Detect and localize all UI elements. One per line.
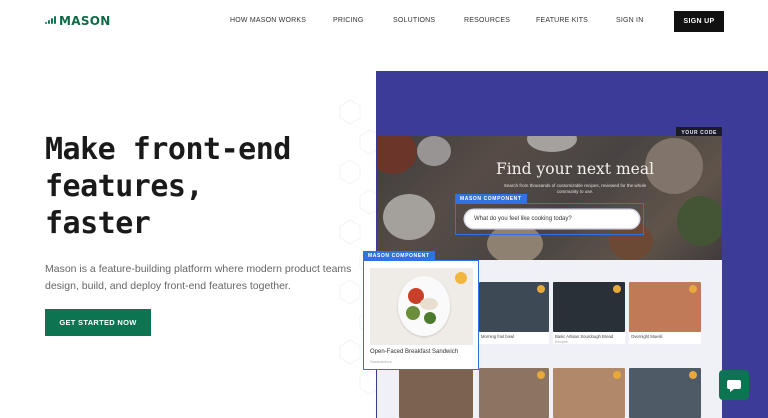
nav-resources[interactable]: RESOURCES xyxy=(464,17,536,24)
badge-icon xyxy=(689,371,697,379)
recipe-card-title: Morning fruit bowl xyxy=(481,334,515,339)
food-hero-image: Find your next meal Search from thousand… xyxy=(377,136,722,260)
recipe-hero-title: Find your next meal xyxy=(495,160,655,178)
featured-recipe-category: Sandwiches xyxy=(370,359,392,364)
chat-button[interactable] xyxy=(719,370,749,400)
recipe-card-category xyxy=(629,339,701,340)
badge-icon xyxy=(689,285,697,293)
recipe-search-input[interactable]: What do you feel like cooking today? xyxy=(465,210,639,228)
recipe-card-title: Overnight Muesli xyxy=(631,334,663,339)
recipe-card[interactable]: Morning fruit bowl xyxy=(479,282,549,344)
sign-up-button[interactable]: SIGN UP xyxy=(674,11,724,32)
recipe-card[interactable] xyxy=(629,368,701,418)
recipe-card[interactable]: Basic Artisan Sourdough Bread Recipes xyxy=(553,282,625,344)
mason-logo[interactable]: MASON xyxy=(45,14,111,28)
top-navigation: MASON HOW MASON WORKS PRICING SOLUTIONS … xyxy=(0,0,768,44)
recipe-card-category xyxy=(479,339,549,340)
featured-recipe-title: Open-Faced Breakfast Sandwich xyxy=(370,349,459,355)
badge-icon xyxy=(537,371,545,379)
recipe-card-category: Recipes xyxy=(555,340,568,344)
nav-pricing[interactable]: PRICING xyxy=(333,17,393,24)
badge-icon xyxy=(537,285,545,293)
recipe-card-title: Basic Artisan Sourdough Bread xyxy=(555,334,614,339)
recipe-card[interactable] xyxy=(479,368,549,418)
mason-logo-icon xyxy=(45,16,56,26)
hero-title-line: faster xyxy=(45,206,151,241)
recipe-card[interactable]: Overnight Muesli xyxy=(629,282,701,344)
featured-recipe-card[interactable]: Open-Faced Breakfast Sandwich Sandwiches xyxy=(363,260,479,370)
nav-how-mason-works[interactable]: HOW MASON WORKS xyxy=(230,17,333,24)
get-started-button[interactable]: GET STARTED NOW xyxy=(45,309,151,336)
hero-title: Make front-end features, faster xyxy=(45,131,291,242)
badge-icon xyxy=(455,272,467,284)
main-nav: HOW MASON WORKS PRICING SOLUTIONS RESOUR… xyxy=(230,17,643,24)
recipe-card[interactable] xyxy=(399,368,473,418)
badge-icon xyxy=(613,285,621,293)
brand-name: MASON xyxy=(59,14,111,28)
nav-solutions[interactable]: SOLUTIONS xyxy=(393,17,464,24)
mason-component-label: MASON COMPONENT xyxy=(455,194,527,204)
nav-feature-kits[interactable]: FEATURE KITS xyxy=(536,17,616,24)
recipe-card[interactable] xyxy=(553,368,625,418)
hero-title-line: features, xyxy=(45,169,204,204)
hero-description: Mason is a feature-building platform whe… xyxy=(45,263,352,292)
badge-icon xyxy=(613,371,621,379)
chat-bubble-icon xyxy=(727,379,741,392)
nav-sign-in[interactable]: SIGN IN xyxy=(616,17,643,24)
hero-title-line: Make front-end xyxy=(45,132,291,167)
